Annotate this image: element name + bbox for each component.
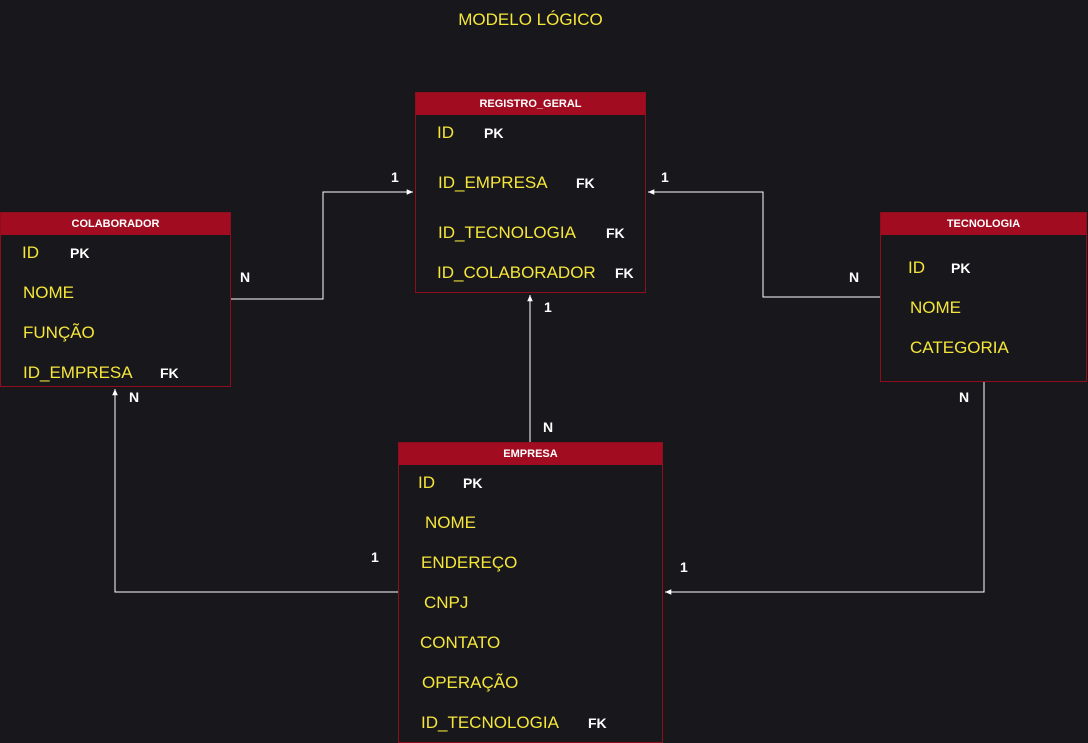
field-cnpj: CNPJ [424, 593, 469, 612]
field-nome: NOME [425, 513, 476, 532]
entity-tecnologia[interactable]: TECNOLOGIA ID PK NOME CATEGORIA [880, 212, 1087, 382]
field-nome: NOME [23, 283, 74, 302]
entity-header-empresa: EMPRESA [399, 443, 662, 465]
entity-colaborador[interactable]: COLABORADOR ID PK NOME FUNÇÃO ID_EMPRESA… [0, 212, 231, 387]
key-badge: PK [484, 125, 504, 141]
key-badge: FK [606, 225, 625, 241]
field-categoria: CATEGORIA [910, 338, 1009, 357]
cardinality-label: 1 [371, 549, 379, 565]
field-id: ID [437, 123, 454, 142]
cardinality-label: N [240, 269, 251, 285]
key-badge: FK [576, 175, 595, 191]
entity-registro-geral[interactable]: REGISTRO_GERAL ID PK ID_EMPRESA FK ID_TE… [415, 92, 646, 293]
link-tecnologia-empresa [665, 382, 985, 595]
field-id-tecnologia: ID_TECNOLOGIA [438, 223, 576, 242]
field-id-empresa: ID_EMPRESA [438, 173, 548, 192]
entity-header-registro-geral: REGISTRO_GERAL [416, 93, 645, 115]
cardinality-label: 1 [680, 559, 688, 575]
entity-header-colaborador: COLABORADOR [1, 213, 230, 235]
key-badge: FK [160, 365, 179, 381]
link-empresa-colaborador [112, 389, 398, 593]
key-badge: PK [951, 260, 971, 276]
field-id: ID [418, 473, 435, 492]
field-id-empresa: ID_EMPRESA [23, 363, 133, 382]
link-tecnologia-registro [648, 189, 880, 298]
cardinality-label: N [959, 389, 970, 405]
entity-header-tecnologia: TECNOLOGIA [881, 213, 1086, 235]
cardinality-label: N [849, 269, 860, 285]
cardinality-label: 1 [544, 299, 552, 315]
field-id-tecnologia: ID_TECNOLOGIA [421, 713, 559, 732]
field-nome: NOME [910, 298, 961, 317]
cardinality-label: 1 [391, 169, 399, 185]
field-funcao: FUNÇÃO [23, 323, 95, 342]
cardinality-label: N [543, 419, 554, 435]
key-badge: FK [588, 715, 607, 731]
link-colaborador-registro [231, 189, 413, 300]
field-endereco: ENDEREÇO [421, 553, 518, 572]
key-badge: PK [463, 475, 483, 491]
key-badge: FK [615, 265, 634, 281]
field-id-colaborador: ID_COLABORADOR [437, 263, 596, 282]
field-operacao: OPERAÇÃO [422, 673, 519, 692]
key-badge: PK [70, 245, 90, 261]
field-contato: CONTATO [420, 633, 501, 652]
entity-empresa[interactable]: EMPRESA ID PK NOME ENDEREÇO CNPJ CONTATO… [398, 442, 663, 743]
field-id: ID [22, 243, 39, 262]
field-id: ID [908, 258, 925, 277]
cardinality-label: N [129, 389, 140, 405]
cardinality-label: 1 [661, 169, 669, 185]
